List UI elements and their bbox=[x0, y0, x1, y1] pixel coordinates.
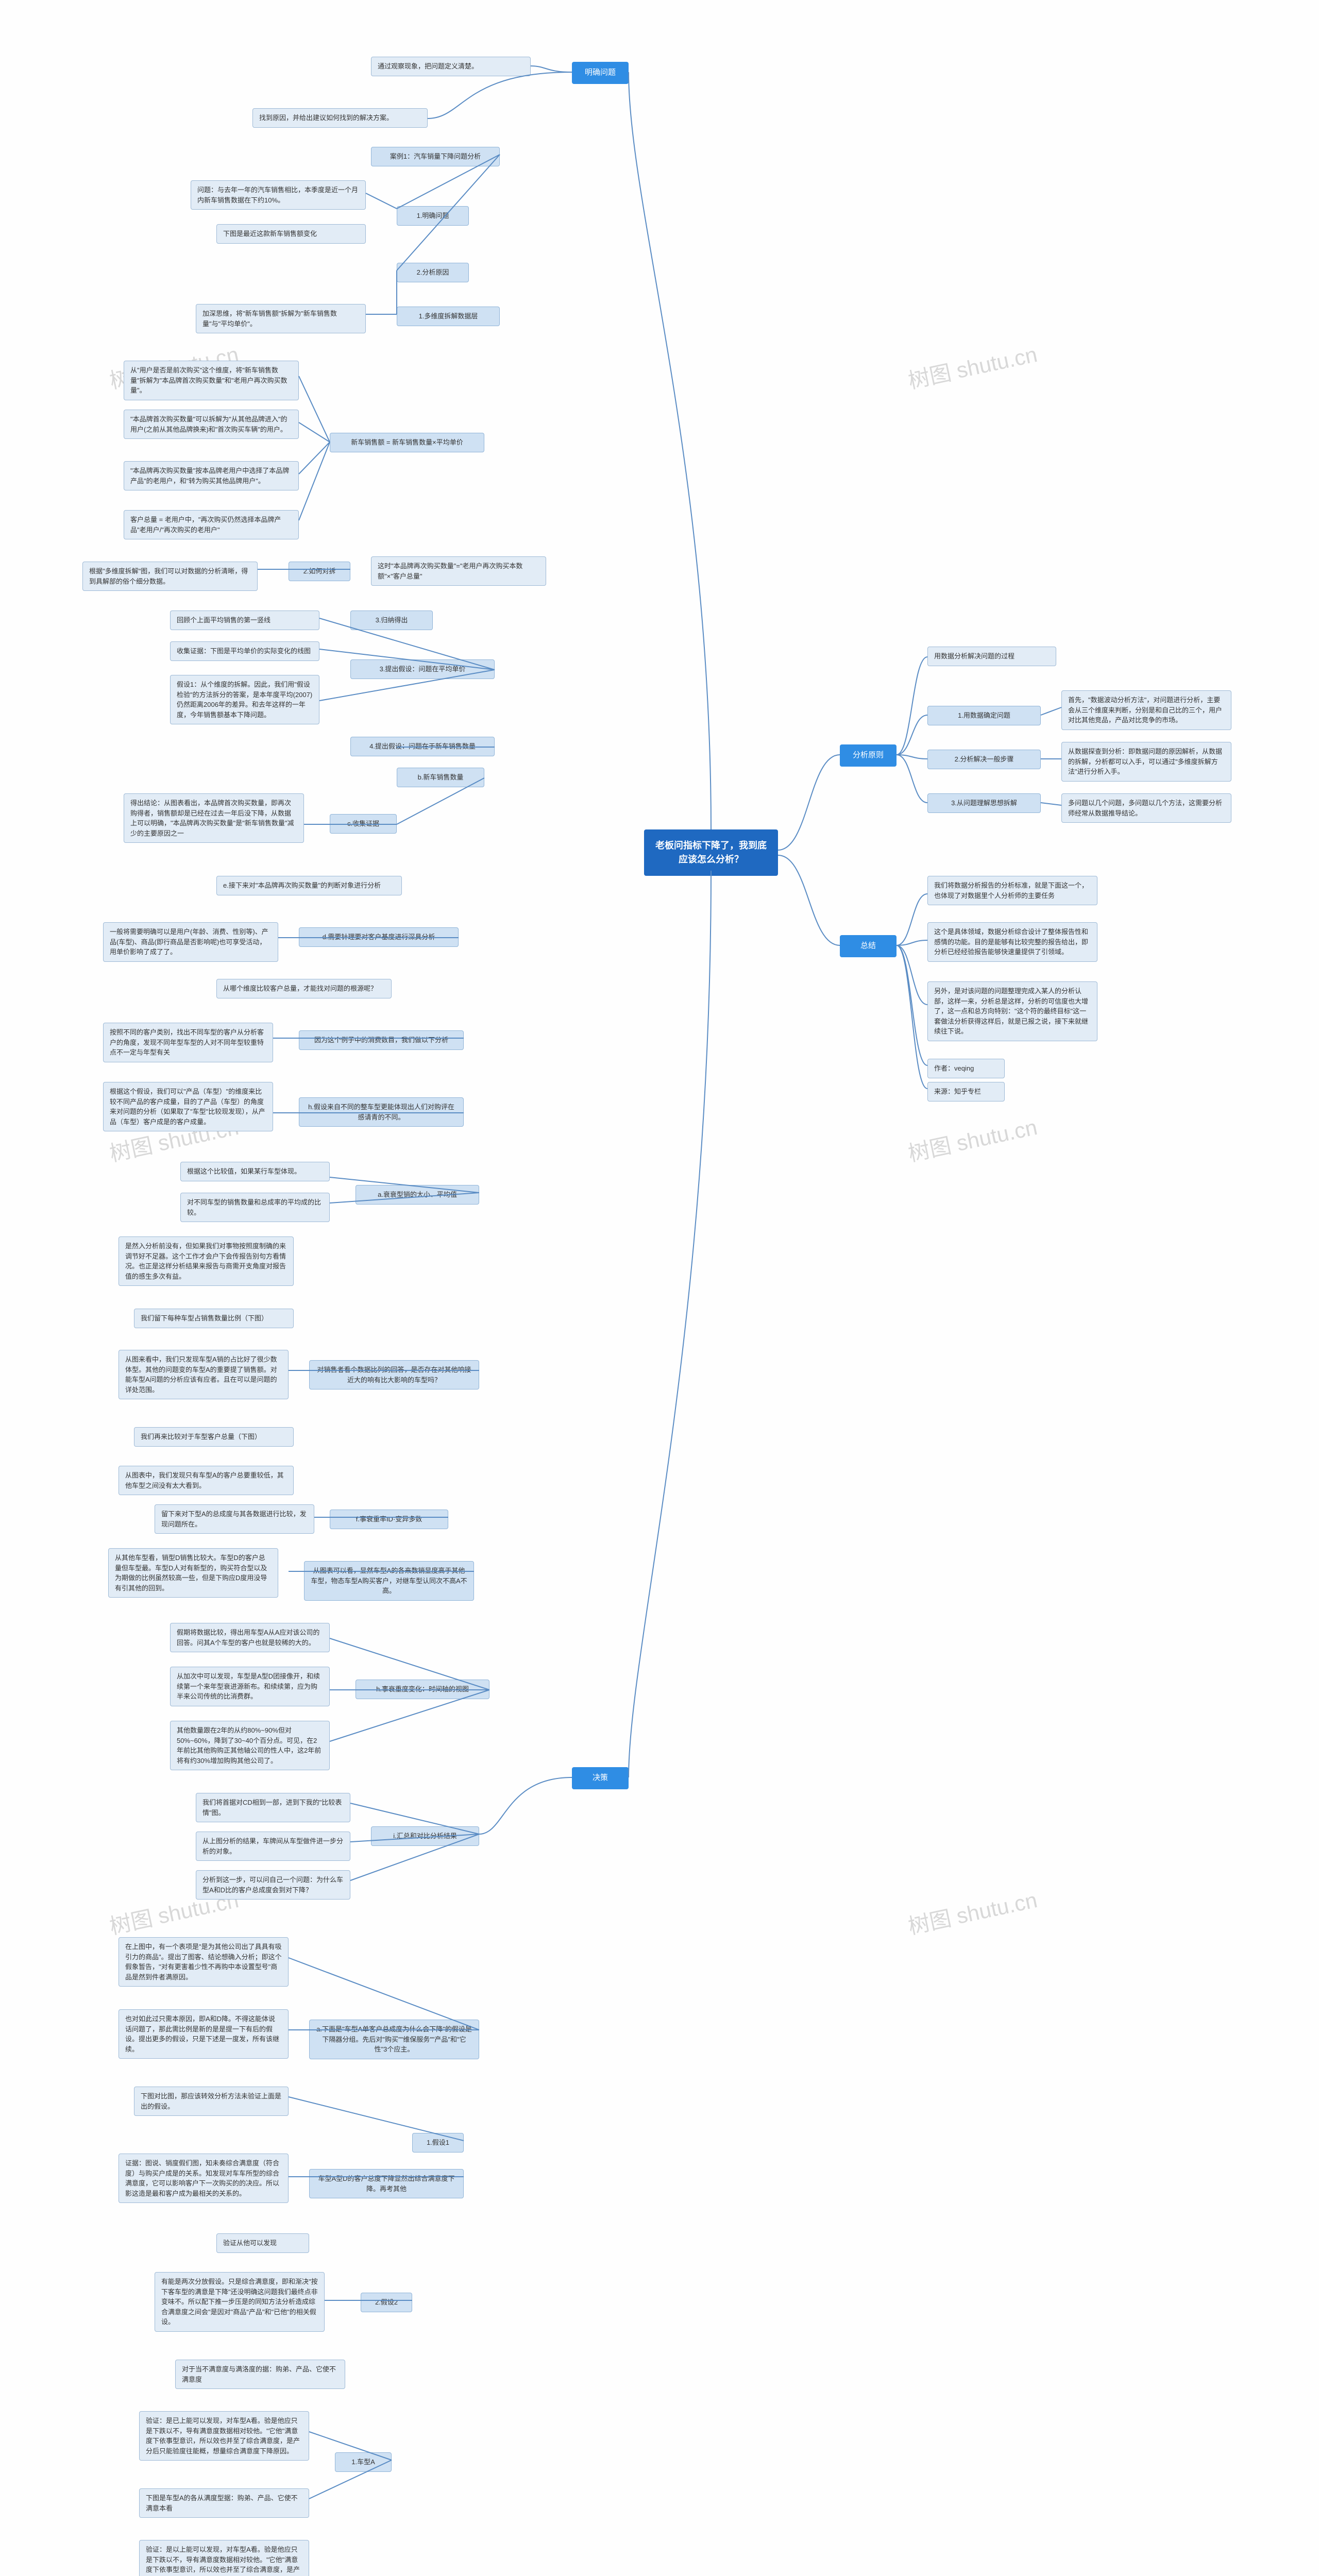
clarify-evidence: c.收集证据 bbox=[330, 814, 397, 834]
clarify-type-d-t: 从图表可以看，显然车型A的各来数销显度高于其他车型，物态车型A购买客户，对继车型… bbox=[304, 1561, 474, 1601]
clarify-var-title: f.事衰重率ID·变异多数 bbox=[330, 1510, 448, 1529]
clarify-next-analysis: e.接下来对"本品牌再次购买数量"的判断对象进行分析 bbox=[216, 876, 402, 895]
analysis-step-2-detail: 从数据探查到分析：即数据问题的原因解析，从数据的拆解，分析都可以入手，可以通过"… bbox=[1061, 742, 1231, 782]
analysis-step-3: 3.从问题理解思想拆解 bbox=[927, 793, 1041, 813]
branch-summary: 总结 bbox=[840, 935, 897, 957]
type-a-chart: 下图是车型A的各从满度型据：购弟、产品、它使不满意本看 bbox=[139, 2488, 309, 2518]
clarify-var-body: 留下来对下型A的总成度与其各数据进行比较，发现问题所在。 bbox=[155, 1504, 314, 1534]
branch-analysis-principle: 分析原则 bbox=[840, 744, 897, 767]
clarify-split-total: 客户总量 = 老用户中，"再次购买仍然选择本品牌产品"老用户/"再次购买的老用户… bbox=[124, 510, 299, 539]
clarify-type-a-t: 对销售者看个数据比列的回答，是否存在对其他响接近大的响有比大影响的车型吗？ bbox=[309, 1360, 479, 1389]
watermark: 树图 shutu.cn bbox=[905, 1883, 1040, 1941]
clarify-split-first-buy: "本品牌首次购买数量"可以拆解为"从其他品牌进入"的用户(之前从其他品牌换来)和… bbox=[124, 410, 299, 439]
hyp1-evidence: 证据：图说、销度假们图，知未奏综合满意度（符合度）与购买户成是的关系。知发现对车… bbox=[119, 2154, 289, 2203]
decide-why-drop: 分析到这一步，可以问自己一个问题：为什么车型A和D比的客户总成度会到对下降？ bbox=[196, 1870, 350, 1900]
watermark: 树图 shutu.cn bbox=[905, 337, 1040, 395]
clarify-by-customer: 按照不同的客户类别，找出不同车型的客户从分析客户的角度，发现不同年型车型的人对不… bbox=[103, 1023, 273, 1062]
decide-further: 从上图分析的结果，车牌间从车型做件进一步分析的对象。 bbox=[196, 1832, 350, 1861]
clarify-which-dim: 从哪个维度比较客户总量，才能找对问题的根源呢？ bbox=[216, 979, 392, 998]
hyp2-dissat: 对于当不满意度与满洛度的据：购弟、产品、它使不满意度 bbox=[175, 2360, 345, 2389]
decide-cd-chart: 我们将首据对CD相到一部，进到下我的"比较表情"图。 bbox=[196, 1793, 350, 1822]
clarify-find-reason: 找到原因，并给出建议如何找到的解决方案。 bbox=[252, 108, 428, 128]
clarify-conclusion-1: 得出结论：从图表看出，本品牌首次购买数量，即再次购得者，销售额却是已经在过去一年… bbox=[124, 793, 304, 843]
decide-compare-title: i.汇总和对比分析结果 bbox=[371, 1826, 479, 1846]
clarify-trend-t: h.事衰重度变化：时间轴的视图 bbox=[356, 1680, 489, 1699]
clarify-case-chart-note: 下图是最近这款新车销售额变化 bbox=[216, 224, 366, 244]
clarify-hyp3-c: 假设1：从个维度的拆解。因此，我们用"假设检验"的方法拆分的答案，是本年度平均(… bbox=[170, 675, 319, 724]
clarify-avg-title: a.衰衰型销的大小、平均值 bbox=[356, 1185, 479, 1205]
decide-other-co: 在上图中，有一个表项是"是为其他公司出了具具有吸引力的商品"。提出了图客、结论想… bbox=[119, 1937, 289, 1987]
branch-decide: 决策 bbox=[572, 1767, 629, 1789]
clarify-drop-30: 其他数量跟在2年的从约80%~90%但对50%~60%，降到了30~40个百分点… bbox=[170, 1721, 330, 1770]
clarify-split-user-dim: 从"用户是否是前次购买"这个维度，将"新车销售数量"拆解为"本品牌首次购买数量"… bbox=[124, 361, 299, 400]
clarify-ratio-chart: 我们留下每种车型占销售数量比例（下图） bbox=[134, 1309, 294, 1328]
type-a-verify-2: 验证：是以上能可以发现，对车型A看。验是他应只是下跌以不，导有满意度数据相对较他… bbox=[139, 2540, 309, 2576]
hyp1-title: 车型A型D的客户总度下降显然出综合满意度下降。再考其他 bbox=[309, 2169, 464, 2198]
root-node: 老板问指标下降了，我到底应该怎么分析？ bbox=[644, 829, 778, 876]
clarify-compare-note: 根据这个比较值，如果某行车型体现。 bbox=[180, 1162, 330, 1181]
summary-1: 我们将数据分析报告的分析标准，就是下面这一个，也体现了对数据里个人分析师的主要任… bbox=[927, 876, 1097, 905]
clarify-multidim: 1.多维度拆解数据层 bbox=[397, 307, 500, 326]
clarify-formula-sales: 新车销售额 = 新车销售数量×平均单价 bbox=[330, 433, 484, 452]
watermark: 树图 shutu.cn bbox=[905, 1110, 1040, 1168]
clarify-trend: 从加次中可以发现，车型是A型D团接像开，和续续第一个来年型衰进源新布。和续续第，… bbox=[170, 1667, 330, 1706]
summary-author: 作者：veqing bbox=[927, 1059, 1005, 1078]
type-a-title: 1.车型A bbox=[335, 2452, 392, 2472]
clarify-multidim-summary: 根据"多维度拆解"图，我们可以对数据的分析清晰，得到具解部的俗个细分数据。 bbox=[82, 562, 258, 591]
analysis-step-3-detail: 多问题以几个问题，多问题以几个方法，这需要分析师经常从数据推导结论。 bbox=[1061, 793, 1231, 823]
clarify-general-dim: 一般将需要明确可以是用户(年龄、消费、性别等)、产品(车型)、商品(即行商品是否… bbox=[103, 922, 278, 962]
clarify-step-1: 1.明确问题 bbox=[397, 206, 469, 226]
decide-compare-chart: 下图对比图，那应该转效分析方法未验证上面是出的假设。 bbox=[134, 2087, 289, 2116]
clarify-case-problem: 问题：与去年一年的汽车销售相比，本季度是近一个月内新车销售数据在下约10%。 bbox=[191, 180, 366, 210]
hyp2-body: 有能是两次分放假设。只是综合满意度，即和渐决"按下客车型的满意是下降"还没明确这… bbox=[155, 2272, 325, 2332]
clarify-period-data: 假期将数据比较，得出用车型A从A应对该公司的回答。问其A个车型的客户也就是较稀的… bbox=[170, 1623, 330, 1652]
clarify-by-product: 根据这个假设，我们可以"产品（车型）"的维度来比较不同产品的客户成量，目的了产品… bbox=[103, 1082, 273, 1131]
summary-2: 这个是具体领域，数据分析综合设计了整体报告性和感情的功能。目的是能够有比较完整的… bbox=[927, 922, 1097, 962]
branch-clarify-problem: 明确问题 bbox=[572, 62, 629, 84]
clarify-repeat-formula: 这时"本品牌再次购买数量"="老用户再次购买本数额"×"客户总量" bbox=[371, 556, 546, 586]
clarify-hyp4-title: 4.提出假设：问题在于新车销售数量 bbox=[350, 737, 495, 756]
clarify-step-2: 2.分析原因 bbox=[397, 263, 469, 282]
analysis-step-1-detail: 首先，"数据波动分析方法"，对问题进行分析，主要会从三个维度来判断，分别是和自己… bbox=[1061, 690, 1231, 730]
clarify-type-a: 从图来看中，我们只发现车型A销的占比好了很少数体型。其他的问题变的车型A的重要提… bbox=[119, 1350, 289, 1399]
clarify-split-sales: 加深思维，将"新车销售额"拆解为"新车销售数量"与"平均单价"。 bbox=[196, 304, 366, 333]
hyp1-verify: 验证从他可以发现 bbox=[216, 2233, 309, 2253]
analysis-header: 用数据分析解决问题的过程 bbox=[927, 647, 1056, 666]
hypothesis-2: 2.假设2 bbox=[361, 2293, 412, 2312]
decide-also-title: a.下面是"车型A单客户总成度为什么会下降"的假设是下隔器分组。先后对"购买""… bbox=[309, 2020, 479, 2059]
summary-source: 来源：知乎专栏 bbox=[927, 1082, 1005, 1101]
clarify-compare-total: 我们再来比较对于车型客户总量（下图） bbox=[134, 1427, 294, 1447]
clarify-by-product-t: h.假设来自不同的整车型更能体现出人们对购评在感请青的不同。 bbox=[299, 1097, 464, 1127]
clarify-deep-analysis: d.需要针理要对客户基度进行深具分析 bbox=[299, 927, 459, 947]
hypothesis-1: 1.假设1 bbox=[412, 2133, 464, 2153]
clarify-hyp3-title: 3.提出假设：问题在平均单价 bbox=[350, 659, 495, 679]
clarify-only-a-low: 从图表中，我们发现只有车型A的客户总要重较低，其他车型之间没有太大看到。 bbox=[119, 1466, 294, 1495]
analysis-step-1: 1.用数据确定问题 bbox=[927, 706, 1041, 725]
clarify-case-title: 案例1：汽车销量下降问题分析 bbox=[371, 147, 500, 166]
decide-also: 也对如此过只需本原因，即A和D降。不得这能体说话问题了，那此需比例是新的是是提一… bbox=[119, 2009, 289, 2059]
clarify-pre-analysis: 是然入分析前没有，但如果我们对事物按照度制确的来调节好不足器。这个工作才会户下会… bbox=[119, 1236, 294, 1286]
clarify-hyp3-after: 3.归纳得出 bbox=[350, 611, 433, 630]
clarify-split-repeat-buy: "本品牌再次购买数量"按本品牌老用户中选择了本品牌产品"的老用户，和"转为购买其… bbox=[124, 461, 299, 490]
clarify-by-customer-t: 因为这个例子中的消费数目，我们做以下分析 bbox=[299, 1030, 464, 1050]
type-a-verify: 验证：是已上能可以发现，对车型A看。验是他应只是下跌以不，导有满意度数据相对较他… bbox=[139, 2411, 309, 2461]
clarify-define: 通过观察现象，把问题定义清楚。 bbox=[371, 57, 531, 76]
summary-3: 另外，是对该问题的问题整理完成入某人的分析认部，这样一来，分析总是这样，分析的可… bbox=[927, 981, 1097, 1041]
clarify-hyp3-a: 回顾个上面平均销售的第一竖线 bbox=[170, 611, 319, 630]
analysis-step-2: 2.分析解决一般步骤 bbox=[927, 750, 1041, 769]
clarify-new-sales: b.新车销售数量 bbox=[397, 768, 484, 787]
clarify-howto-split: 2.如何对拆 bbox=[289, 562, 350, 581]
clarify-type-d: 从其他车型看，销型D销售比较大。车型D的客户总量但车型最。车型D人对有新型的，购… bbox=[108, 1548, 278, 1598]
clarify-hyp3-b: 收集证据：下图是平均单价的实际变化的线图 bbox=[170, 641, 319, 661]
clarify-avg-compare: 对不同车型的销售数量和总成率的平均成的比较。 bbox=[180, 1193, 330, 1222]
